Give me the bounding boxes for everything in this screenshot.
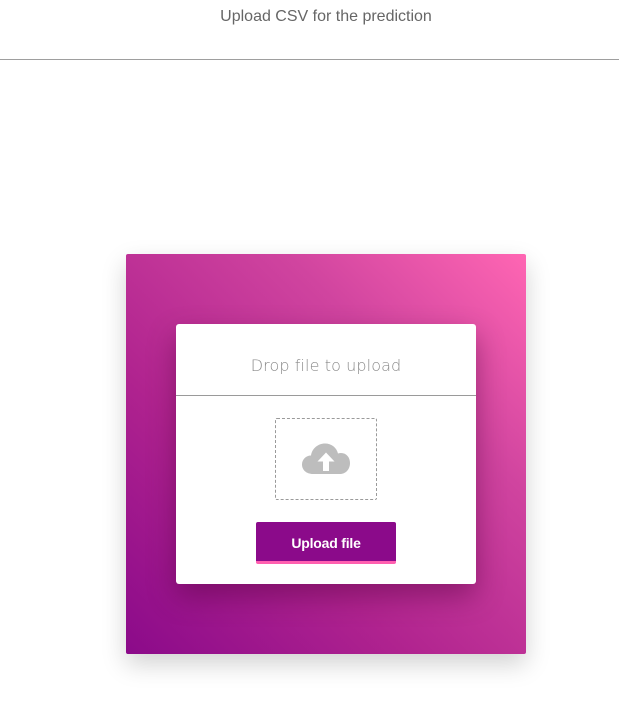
file-drop-zone[interactable]: [275, 418, 377, 500]
upload-panel-background: Drop file to upload Upload file: [126, 254, 526, 654]
header-divider: [0, 59, 619, 60]
page: Upload CSV for the prediction Drop file …: [0, 0, 619, 707]
upload-card: Drop file to upload Upload file: [176, 324, 476, 584]
upload-file-button[interactable]: Upload file: [256, 522, 396, 564]
page-title: Upload CSV for the prediction: [220, 8, 432, 25]
upload-card-heading: Drop file to upload: [250, 356, 402, 375]
cloud-upload-icon: [301, 442, 351, 476]
upload-card-divider: [176, 395, 476, 396]
